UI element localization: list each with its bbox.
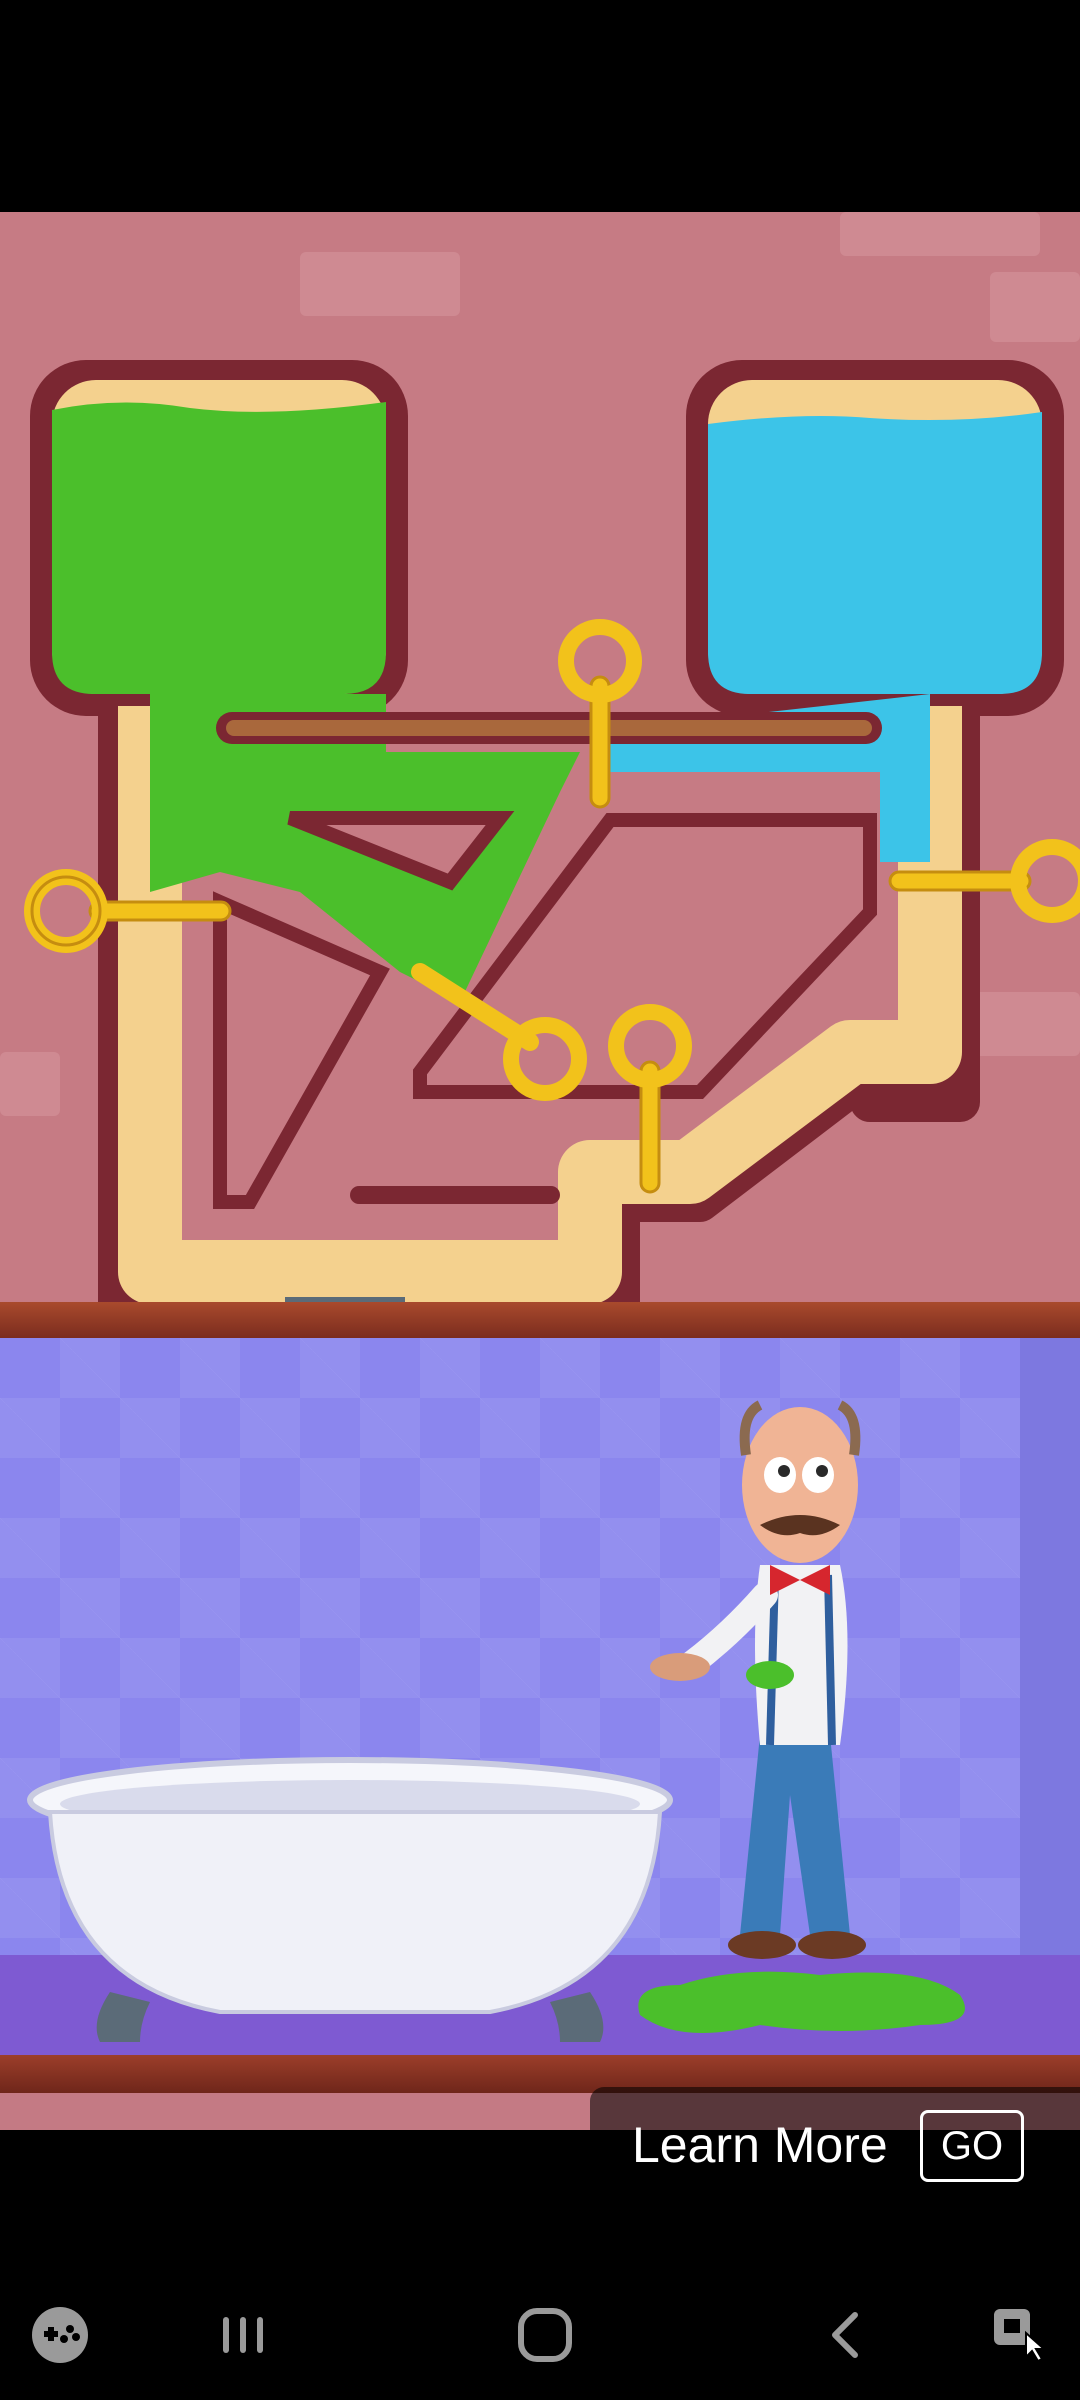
water [708,412,1042,694]
bathtub [27,1757,673,2042]
learn-more-link[interactable]: Learn More [632,2116,888,2174]
pin-right[interactable] [880,832,1080,932]
pin-bottom-center[interactable] [600,1002,700,1202]
back-icon[interactable] [800,2290,890,2380]
pipe-block [213,891,390,1209]
system-navigation-bar [0,2270,1080,2400]
go-button[interactable]: GO [920,2110,1024,2182]
pin-top-center[interactable] [550,617,650,817]
pin-diagonal[interactable] [410,952,610,1122]
pipe-rail-inner [226,720,872,736]
pipe-puzzle[interactable] [0,212,1080,1432]
recent-apps-icon[interactable] [198,2290,288,2380]
green-slime [52,402,386,694]
wood-shelf [0,1302,1080,1338]
game-launcher-icon[interactable] [15,2290,105,2380]
mustached-man [650,1400,866,1959]
pipe-slot [350,1186,560,1204]
pin-left[interactable] [20,862,240,962]
top-black-bar [0,0,1080,212]
screen-capture-icon[interactable] [975,2290,1065,2380]
home-icon[interactable] [500,2290,590,2380]
